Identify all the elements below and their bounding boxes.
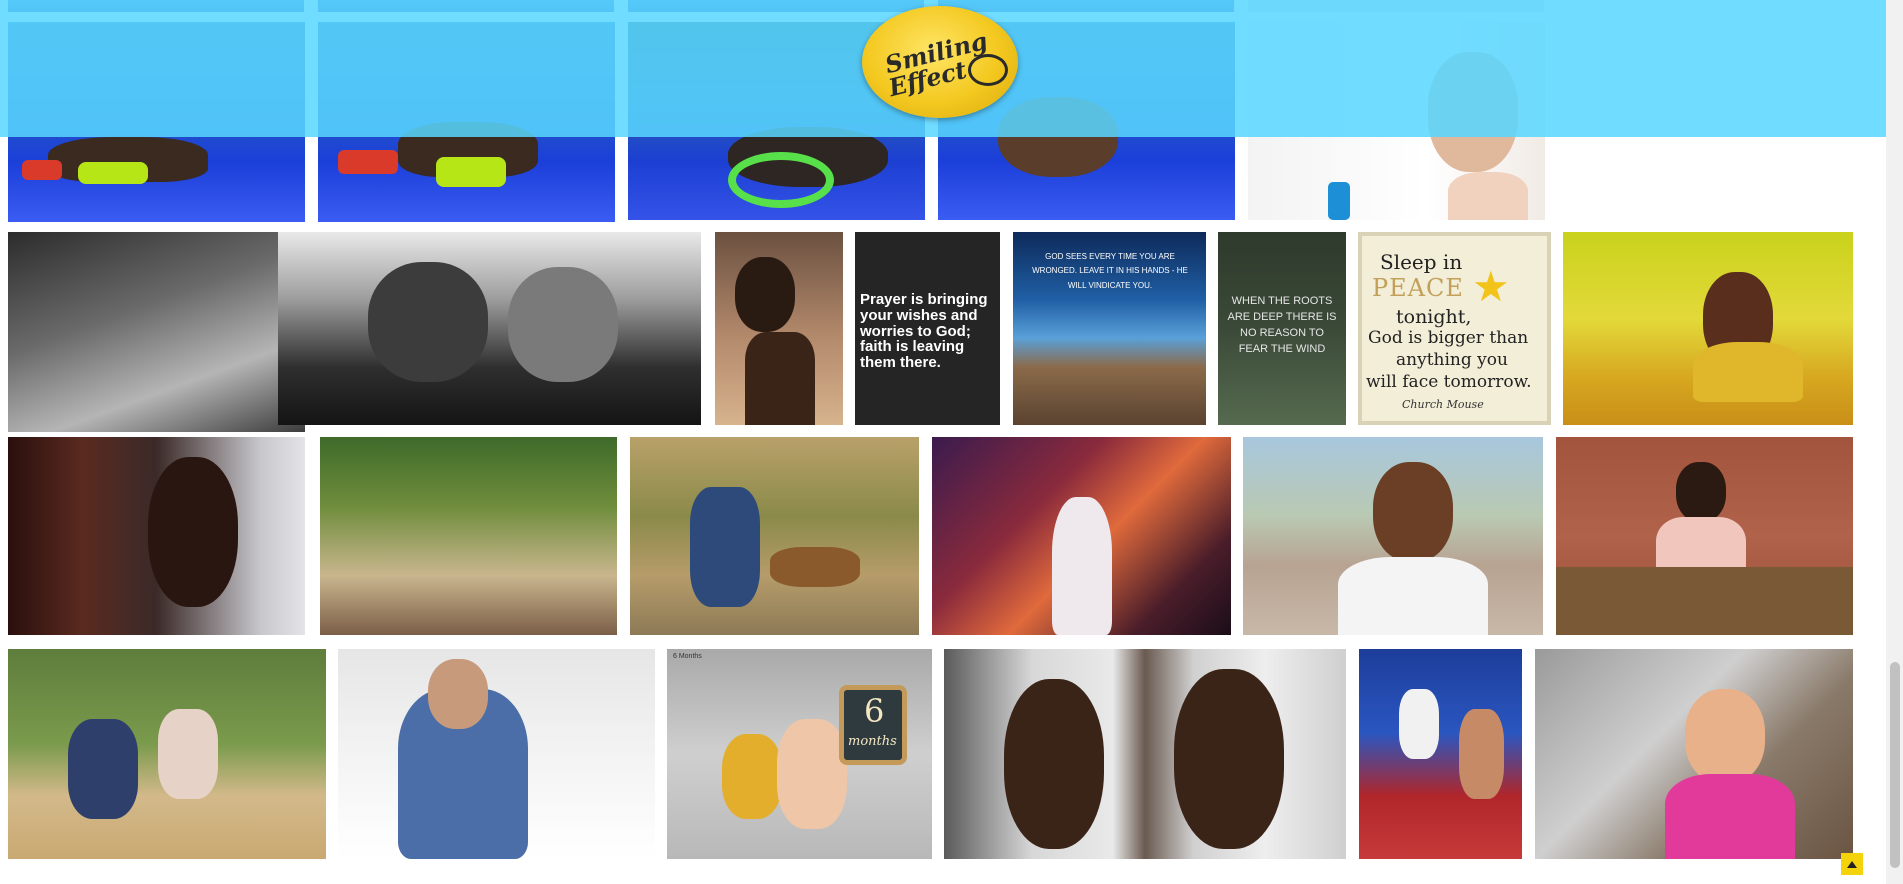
sleep-line5: anything you [1396, 350, 1508, 370]
quote-card-god-sees[interactable]: GOD SEES EVERY TIME YOU ARE WRONGED. LEA… [1013, 232, 1206, 425]
six-months-caption: 6 Months [673, 653, 702, 660]
photo-market-bw[interactable] [8, 232, 305, 432]
photo-friends-on-mat[interactable] [8, 649, 326, 859]
quote-roots-text: WHEN THE ROOTS ARE DEEP THERE IS NO REAS… [1227, 295, 1337, 355]
caret-up-icon [1847, 860, 1857, 868]
photo-plumber-sink[interactable] [338, 649, 655, 859]
quote-card-roots[interactable]: WHEN THE ROOTS ARE DEEP THERE IS NO REAS… [1218, 232, 1346, 425]
photo-couple-water-bw[interactable] [278, 232, 701, 425]
photo-group-children[interactable] [320, 437, 617, 635]
six-months-word: months [848, 734, 897, 749]
photo-baby-six-months[interactable]: 6 months 6 Months [667, 649, 932, 859]
photo-woman-brick-wall[interactable] [1556, 437, 1853, 635]
quote-god-sees-text: GOD SEES EVERY TIME YOU ARE WRONGED. LEA… [1032, 252, 1188, 290]
star-icon: ★ [1472, 263, 1510, 310]
photo-kids-slide[interactable] [1359, 649, 1522, 859]
photo-smiling-young-man[interactable] [1243, 437, 1543, 635]
photo-smiling-child[interactable] [715, 232, 843, 425]
sleep-line3: tonight, [1396, 306, 1472, 328]
scrollbar-thumb[interactable] [1890, 662, 1900, 868]
sleep-line4: God is bigger than [1368, 328, 1529, 348]
quote-card-sleep-in-peace[interactable]: Sleep in PEACE ★ tonight, God is bigger … [1358, 232, 1551, 425]
photo-girl-pink-shirt[interactable] [1535, 649, 1853, 859]
back-to-top-button[interactable] [1841, 853, 1863, 875]
sleep-line1: Sleep in [1380, 250, 1463, 274]
photo-twin-girls-window[interactable] [944, 649, 1346, 859]
photo-wedding-dance[interactable] [932, 437, 1231, 635]
photo-man-with-dog[interactable] [630, 437, 919, 635]
church-mouse-label: Church Mouse [1402, 398, 1484, 411]
site-logo[interactable]: Smiling Effect [862, 6, 1018, 118]
smile-icon [968, 54, 1008, 86]
six-months-number: 6 [864, 692, 885, 730]
sleep-line2: PEACE [1372, 274, 1464, 302]
sleep-line6: will face tomorrow. [1366, 372, 1532, 392]
photo-girl-autumn-leaves[interactable] [1563, 232, 1853, 425]
quote-prayer-text: Prayer is bringing your wishes and worri… [860, 291, 988, 371]
photo-woman-dark-hair[interactable] [8, 437, 305, 635]
quote-card-prayer[interactable]: Prayer is bringing your wishes and worri… [855, 232, 1000, 425]
